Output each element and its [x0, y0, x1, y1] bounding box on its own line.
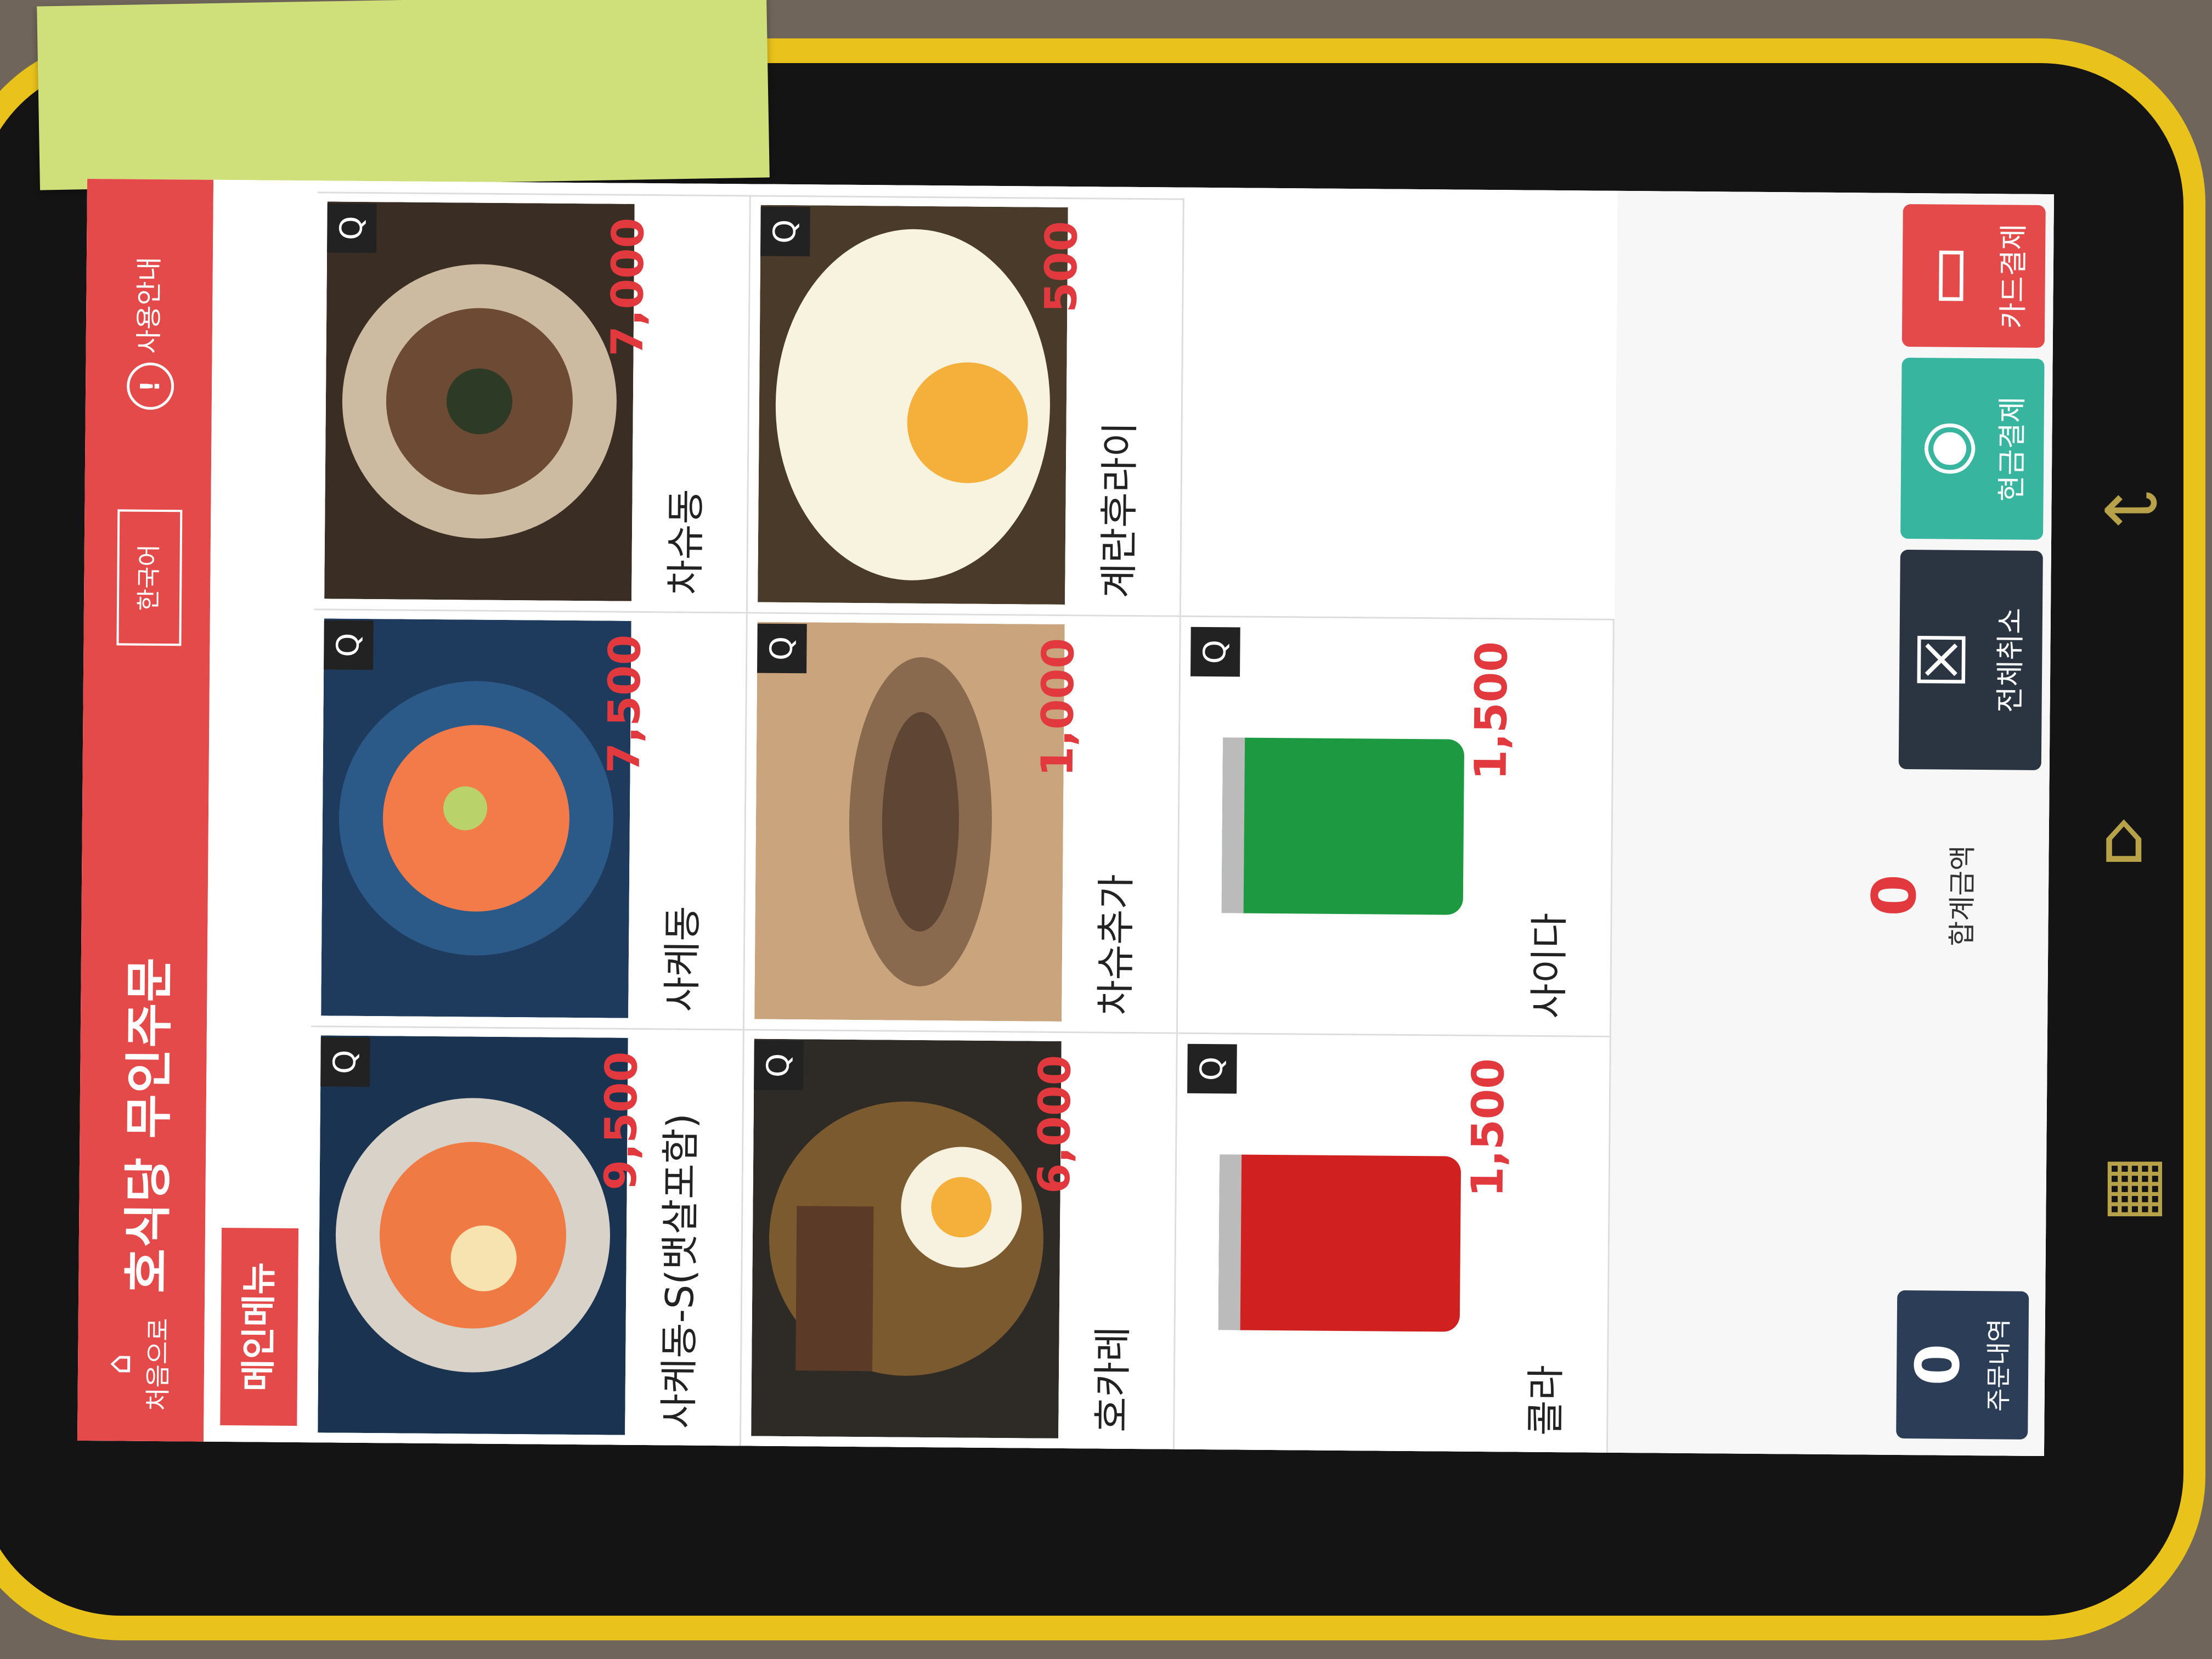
menu-item-name: 계란후라이	[1096, 421, 1143, 599]
total-amount: 0 합계금액	[1858, 785, 1980, 1006]
sticky-note	[37, 0, 770, 190]
menu-item-price: 6,000	[1028, 1054, 1081, 1194]
order-history-label: 주문내역	[1983, 1318, 2014, 1412]
menu-grid: Q 사케동-S(뱃살포함) 9,500 Q 사케동 7,500 Q 차슈동 7,…	[308, 180, 1618, 1453]
menu-item-price: 1,500	[1465, 641, 1517, 781]
cider-can-photo	[1188, 625, 1498, 1025]
zoom-icon[interactable]: Q	[757, 623, 807, 674]
zoom-icon[interactable]: Q	[324, 620, 374, 670]
menu-item-name: 사케동	[659, 905, 706, 1012]
zoom-icon[interactable]: Q	[327, 203, 377, 253]
info-icon: !	[126, 362, 174, 410]
order-footer: 0 주문내역 0 합계금액 ☒ 전체취소 ◉ 현금결제 ▭ 카드결제	[1607, 190, 2054, 1457]
menu-item-name: 차슈동	[663, 489, 709, 595]
card-pay-label: 카드결제	[1997, 223, 2031, 329]
menu-item[interactable]: Q 사케동-S(뱃살포함) 9,500	[308, 1025, 744, 1446]
home-key-icon[interactable]: ⌂	[2101, 795, 2147, 879]
home-label: 처음으로	[143, 1318, 173, 1411]
menu-item[interactable]: Q 호카레 6,000	[741, 1029, 1178, 1449]
apps-icon[interactable]: ▦	[2101, 1141, 2169, 1224]
curry-rice-photo	[751, 1039, 1062, 1438]
menu-item-price: 1,500	[1462, 1058, 1514, 1198]
zoom-icon[interactable]: Q	[1187, 1043, 1237, 1094]
order-count: 0	[1902, 1343, 1973, 1386]
menu-item-name: 사이다	[1526, 912, 1572, 1019]
page-title: 호식당 무인주문	[119, 956, 178, 1294]
card-pay-button[interactable]: ▭ 카드결제	[1901, 204, 2046, 348]
menu-item-name: 사케동-S(뱃살포함)	[656, 1113, 704, 1429]
menu-item-price: 7,000	[601, 217, 654, 357]
home-icon: ⌂	[99, 1353, 139, 1375]
total-value: 0	[1859, 874, 1930, 917]
chashu-don-photo	[324, 201, 635, 601]
salmon-don-photo	[321, 618, 631, 1018]
card-icon: ▭	[1908, 244, 1985, 307]
menu-item-price: 1,000	[1031, 637, 1084, 777]
cash-pay-label: 현금결제	[1995, 396, 2030, 502]
cola-can-photo	[1184, 1042, 1495, 1442]
top-bar: ⌂ 처음으로 호식당 무인주문 한국어 ! 사용안내	[77, 178, 214, 1442]
help-button[interactable]: ! 사용안내	[119, 201, 180, 410]
menu-item[interactable]: Q 차슈동 7,000	[314, 191, 751, 612]
zoom-icon[interactable]: Q	[754, 1040, 804, 1091]
home-button[interactable]: ⌂ 처음으로	[99, 1309, 183, 1419]
menu-item-name: 차슈추가	[1093, 873, 1139, 1016]
menu-item[interactable]: Q 계란후라이 500	[747, 195, 1184, 616]
menu-item-price: 9,500	[595, 1051, 647, 1191]
salmon-don-photo	[318, 1035, 628, 1435]
kiosk-ui: ⌂ 처음으로 호식당 무인주문 한국어 ! 사용안내 메인메뉴 Q 사케동-S(뱃…	[77, 178, 2054, 1457]
cancel-icon: ☒	[1904, 630, 1982, 690]
cancel-all-button[interactable]: ☒ 전체취소	[1898, 549, 2043, 770]
tab-main-menu[interactable]: 메인메뉴	[220, 1227, 299, 1426]
kiosk-screen: ⌂ 처음으로 호식당 무인주문 한국어 ! 사용안내 메인메뉴 Q 사케동-S(뱃…	[77, 178, 2054, 1457]
cancel-all-label: 전체취소	[1994, 607, 2028, 713]
help-label: 사용안내	[133, 256, 165, 354]
category-tabs: 메인메뉴	[204, 179, 318, 1443]
fried-egg-photo	[758, 205, 1068, 605]
menu-item-price: 7,500	[598, 634, 651, 774]
cash-icon: ◉	[1906, 419, 1983, 478]
cash-pay-button[interactable]: ◉ 현금결제	[1900, 357, 2045, 540]
zoom-icon[interactable]: Q	[760, 206, 810, 257]
menu-item[interactable]: Q 사이다 1,500	[1177, 615, 1615, 1036]
zoom-icon[interactable]: Q	[320, 1037, 370, 1087]
language-button[interactable]: 한국어	[116, 509, 183, 646]
menu-item[interactable]: Q 사케동 7,500	[311, 608, 748, 1029]
menu-item-price: 500	[1035, 221, 1087, 313]
menu-item[interactable]: Q 콜라 1,500	[1174, 1032, 1611, 1453]
menu-item-name: 호카레	[1090, 1326, 1136, 1433]
menu-item[interactable]: Q 차슈추가 1,000	[744, 612, 1181, 1032]
back-icon[interactable]: ↩	[2101, 466, 2161, 550]
zoom-icon[interactable]: Q	[1190, 627, 1240, 677]
chashu-photo	[754, 622, 1065, 1022]
order-history-button[interactable]: 0 주문내역	[1896, 1290, 2029, 1440]
menu-item-name: 콜라	[1523, 1364, 1569, 1436]
total-label: 합계금액	[1946, 845, 1979, 947]
